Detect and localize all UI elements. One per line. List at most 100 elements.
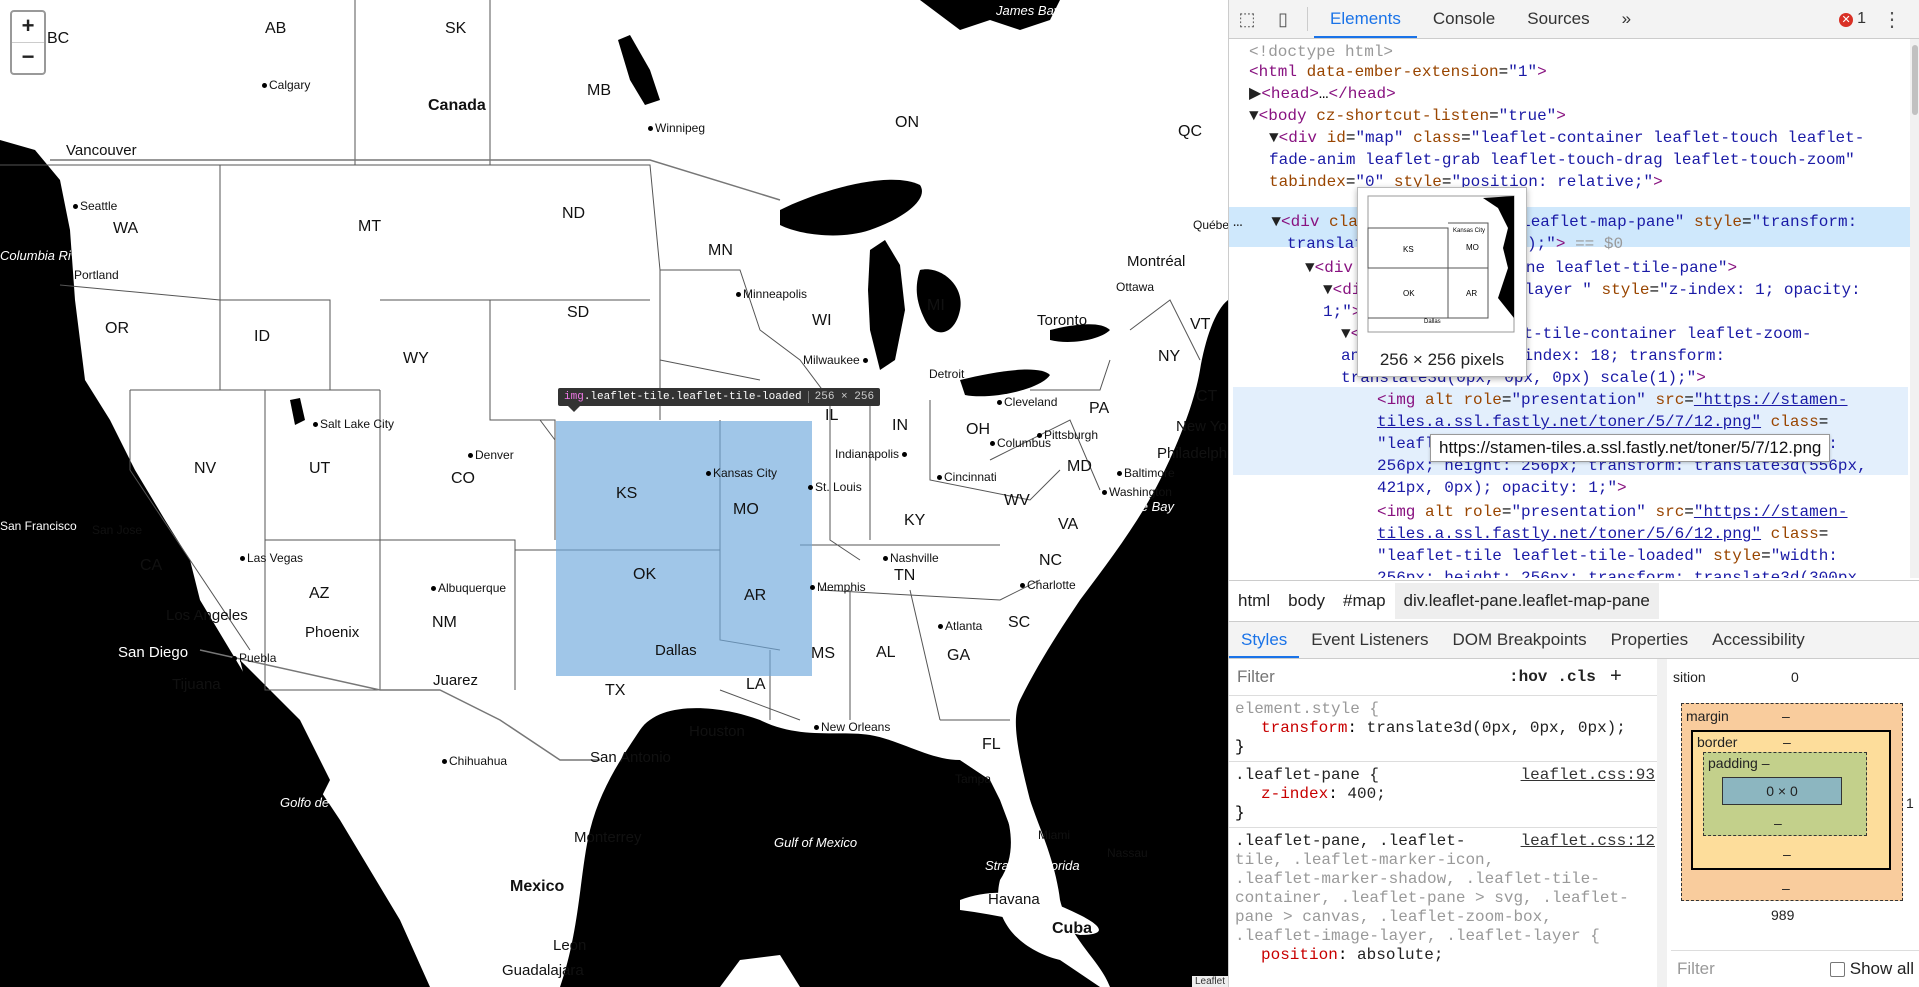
dom-line[interactable]: <img alt role="presentation" src="https:…: [1377, 501, 1848, 523]
rule-source-link[interactable]: leaflet.css:93: [1521, 766, 1655, 785]
dom-line[interactable]: ▼<body cz-shortcut-listen="true">: [1249, 105, 1566, 127]
dom-line[interactable]: fade-anim leaflet-grab leaflet-touch-dra…: [1269, 149, 1855, 171]
state-label: TN: [894, 567, 916, 584]
rule-source-link[interactable]: leaflet.css:12: [1521, 832, 1655, 851]
state-label: PA: [1089, 400, 1110, 417]
device-toolbar-icon[interactable]: ▯: [1265, 9, 1301, 30]
tab-elements[interactable]: Elements: [1314, 0, 1417, 38]
box-margin-bottom[interactable]: –: [1782, 880, 1790, 896]
city-label: Albuquerque: [431, 581, 506, 595]
style-rule-element[interactable]: element.style { transform: translate3d(0…: [1229, 696, 1663, 762]
box-border-label: border: [1697, 734, 1738, 750]
zoom-out-button[interactable]: −: [12, 42, 44, 73]
city-label: Cuba: [1052, 920, 1092, 937]
rule-selector: .leaflet-marker-shadow, .leaflet-tile-: [1235, 870, 1600, 888]
city-label: Los Angeles: [166, 607, 248, 624]
show-all-checkbox[interactable]: Show all: [1829, 959, 1914, 979]
water-label: Golfo de California: [280, 795, 388, 810]
box-border-top[interactable]: –: [1783, 734, 1791, 750]
rule-selector: element.style {: [1235, 700, 1380, 718]
svg-text:Kansas City: Kansas City: [1453, 228, 1485, 234]
map-attribution[interactable]: Leaflet: [1191, 976, 1228, 987]
computed-filter-input[interactable]: Filter: [1677, 959, 1715, 979]
more-tabs-button[interactable]: »: [1606, 0, 1647, 38]
breadcrumb-item[interactable]: body: [1279, 591, 1334, 611]
dom-line[interactable]: <img alt role="presentation" src="https:…: [1377, 389, 1848, 411]
dom-line[interactable]: <!doctype html>: [1249, 41, 1393, 63]
tab-accessibility[interactable]: Accessibility: [1700, 622, 1817, 658]
water-label: Chesapeake Bay: [1075, 499, 1175, 514]
dom-line[interactable]: "leaflet-tile leaflet-tile-loaded" style…: [1377, 545, 1838, 567]
new-style-rule-button[interactable]: +: [1610, 666, 1622, 689]
state-label: CT: [1196, 388, 1218, 405]
hover-tag-name: img: [564, 391, 584, 403]
state-label: OR: [105, 320, 129, 337]
tab-console[interactable]: Console: [1417, 0, 1511, 38]
state-label: AB: [265, 20, 287, 37]
url-tooltip: https://stamen-tiles.a.ssl.fastly.net/to…: [1430, 434, 1831, 462]
box-margin-top[interactable]: –: [1782, 708, 1790, 724]
styles-filter-input[interactable]: [1235, 666, 1499, 688]
box-margin[interactable]: margin – – border – – padding – 0 × 0 –: [1681, 703, 1903, 901]
svg-text:Dallas: Dallas: [1424, 319, 1441, 325]
toolbar-divider: [1307, 7, 1308, 31]
breadcrumb-item[interactable]: #map: [1334, 591, 1395, 611]
dom-line[interactable]: 256px; height: 256px; transform: transla…: [1377, 567, 1867, 578]
rule-property[interactable]: position: absolute;: [1235, 946, 1657, 965]
dom-line[interactable]: ▶<head>…</head>: [1249, 83, 1396, 105]
box-border[interactable]: border – – padding – 0 × 0 –: [1691, 730, 1891, 870]
dom-line[interactable]: ▼<div id="map" class="leaflet-container …: [1269, 127, 1864, 149]
city-label: Baltimore: [1117, 466, 1175, 480]
box-padding[interactable]: padding – 0 × 0 –: [1703, 752, 1867, 836]
breadcrumb-item[interactable]: html: [1229, 591, 1279, 611]
tab-styles[interactable]: Styles: [1229, 622, 1300, 658]
dom-line[interactable]: <html data-ember-extension="1">: [1249, 61, 1547, 83]
tab-properties[interactable]: Properties: [1599, 622, 1700, 658]
dom-line[interactable]: 1;">: [1323, 301, 1361, 323]
state-label: MT: [358, 218, 382, 235]
city-label: Memphis: [810, 580, 866, 594]
city-label: Puebla: [232, 651, 276, 665]
box-content[interactable]: 0 × 0: [1722, 777, 1842, 805]
city-label: Chihuahua: [442, 754, 507, 768]
error-counter[interactable]: ✕ 1: [1839, 10, 1866, 28]
cls-toggle[interactable]: .cls: [1557, 668, 1595, 686]
tab-sources[interactable]: Sources: [1511, 0, 1605, 38]
hov-toggle[interactable]: :hov: [1509, 668, 1547, 686]
breadcrumb-item-current[interactable]: div.leaflet-pane.leaflet-map-pane: [1394, 583, 1659, 619]
dom-line[interactable]: … ▼<div class="leaflet-pane leaflet-map-…: [1233, 211, 1857, 233]
box-width-value: 989: [1771, 907, 1795, 923]
tab-dom-breakpoints[interactable]: DOM Breakpoints: [1440, 622, 1598, 658]
city-label: Salt Lake City: [313, 417, 394, 431]
style-rule-leaflet-pane[interactable]: .leaflet-pane { leaflet.css:93 z-index: …: [1229, 762, 1663, 828]
dom-line[interactable]: tiles.a.ssl.fastly.net/toner/5/6/12.png"…: [1377, 523, 1828, 545]
state-label: MN: [708, 242, 733, 259]
city-label: Leon: [553, 937, 587, 954]
state-label: AL: [876, 644, 896, 661]
rule-property[interactable]: transform: translate3d(0px, 0px, 0px);: [1235, 719, 1657, 738]
city-label: Indianapolis: [835, 447, 909, 461]
zoom-in-button[interactable]: +: [12, 12, 44, 42]
style-rule-leaflet-group[interactable]: leaflet.css:12 .leaflet-pane, .leaflet- …: [1229, 828, 1663, 969]
state-label: NC: [1039, 552, 1063, 569]
dom-tree-scrollbar[interactable]: [1910, 39, 1919, 578]
inspect-element-icon[interactable]: ⬚: [1229, 9, 1265, 30]
state-label: WV: [1004, 492, 1030, 509]
box-border-bottom[interactable]: –: [1783, 846, 1791, 862]
dom-line[interactable]: 421px, 0px); opacity: 1;">: [1377, 477, 1627, 499]
tab-event-listeners[interactable]: Event Listeners: [1299, 622, 1440, 658]
elements-dom-tree[interactable]: <!doctype html> <html data-ember-extensi…: [1229, 39, 1910, 578]
map-viewport[interactable]: img.leaflet-tile.leaflet-tile-loaded 256 …: [0, 0, 1228, 987]
rule-property[interactable]: z-index: 400;: [1235, 785, 1657, 804]
styles-scrollbar[interactable]: [1657, 659, 1667, 987]
city-label: Milwaukee: [803, 353, 870, 367]
dom-line[interactable]: tiles.a.ssl.fastly.net/toner/5/7/12.png"…: [1377, 411, 1828, 433]
water-label: Straits of Florida: [985, 858, 1080, 873]
box-model-pane: sition 0 margin – – border – – padding –…: [1671, 659, 1919, 987]
box-padding-bottom[interactable]: –: [1774, 815, 1782, 831]
water-label: James Bay: [996, 3, 1061, 18]
state-label: MI: [927, 297, 945, 314]
state-label: NM: [432, 614, 457, 631]
more-options-icon[interactable]: ⋮: [1882, 7, 1902, 32]
styles-filter-bar: :hov .cls +: [1229, 659, 1663, 696]
